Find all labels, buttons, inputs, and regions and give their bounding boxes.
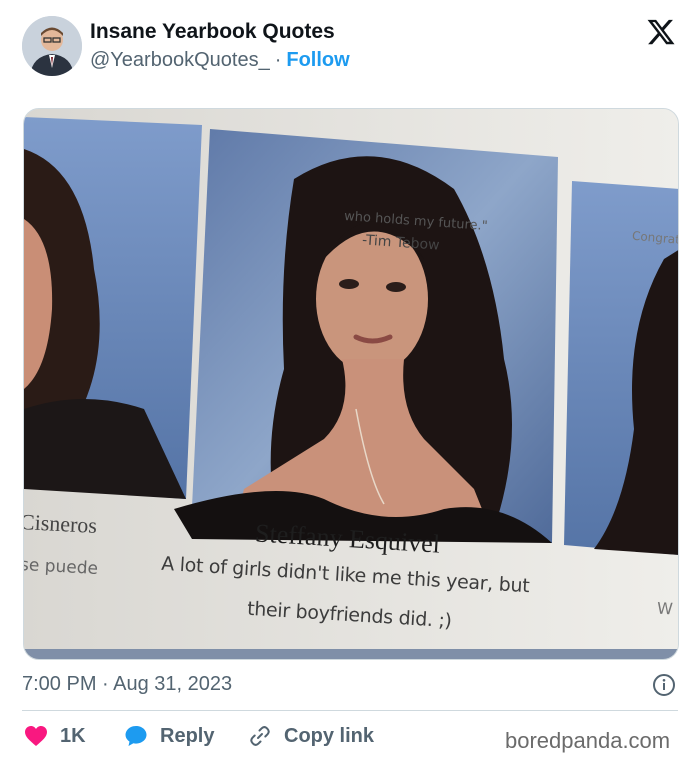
reply-label: Reply — [160, 724, 215, 747]
link-icon — [250, 726, 270, 746]
author-name[interactable]: Insane Yearbook Quotes — [90, 20, 335, 44]
divider — [22, 710, 678, 711]
info-icon[interactable] — [652, 673, 676, 697]
left-student-name: Cisneros — [23, 509, 98, 538]
author-handle[interactable]: @YearbookQuotes_ — [90, 49, 270, 71]
x-logo-icon[interactable] — [646, 17, 676, 47]
left-student-quote: se puede — [23, 554, 99, 580]
separator: · — [274, 49, 282, 71]
watermark: boredpanda.com — [505, 728, 671, 753]
like-count: 1K — [60, 724, 86, 747]
right-text-fragment: W — [656, 598, 674, 619]
timestamp[interactable]: 7:00 PM · Aug 31, 2023 — [22, 673, 232, 696]
heart-icon — [25, 726, 47, 746]
tweet-card: Insane Yearbook Quotes @YearbookQuotes_ ·… — [0, 0, 700, 762]
tweet-photo[interactable]: who holds my future." -Tim Tebow Congrat… — [23, 108, 679, 660]
reply-button[interactable]: Reply — [124, 722, 214, 750]
handle-row: @YearbookQuotes_ · Follow — [90, 49, 350, 72]
reply-bubble-icon — [125, 726, 147, 746]
avatar-image — [22, 16, 82, 76]
copy-link-button[interactable]: Copy link — [248, 722, 374, 750]
follow-button[interactable]: Follow — [286, 49, 349, 71]
copy-link-label: Copy link — [284, 724, 375, 747]
like-button[interactable]: 1K — [24, 722, 86, 750]
avatar[interactable] — [22, 16, 82, 76]
